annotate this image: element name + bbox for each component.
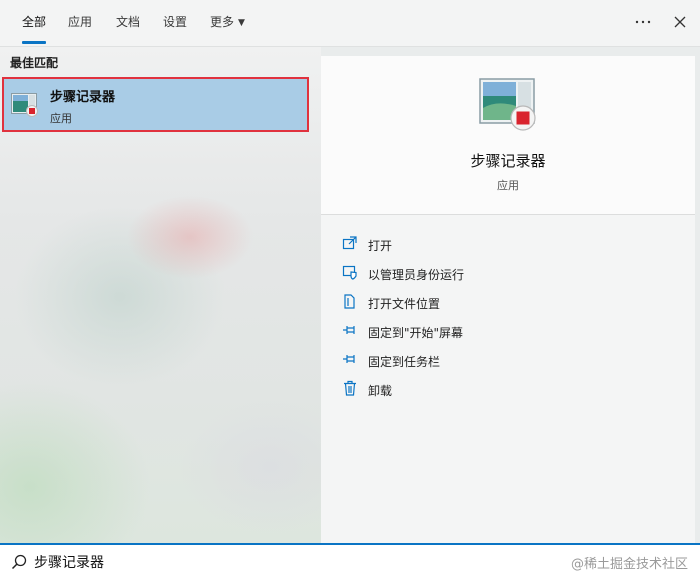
details-pane: 步骤记录器 应用 打开 以管理员身份运行 打开文件位置 固定到"开始"屏幕 固定… bbox=[321, 56, 695, 543]
best-match-name: 步骤记录器 bbox=[50, 90, 116, 105]
best-match-result[interactable]: 步骤记录器 应用 bbox=[2, 77, 309, 132]
action-label: 打开 bbox=[368, 239, 393, 253]
search-scope-tabs: 全部 应用 文档 设置 更多 ▼ bbox=[0, 0, 700, 47]
action-pin-to-start[interactable]: 固定到"开始"屏幕 bbox=[321, 317, 695, 346]
chevron-down-icon: ▼ bbox=[238, 18, 245, 28]
section-label-best-match: 最佳匹配 bbox=[10, 56, 59, 70]
pin-icon bbox=[342, 322, 358, 338]
steps-recorder-app-icon bbox=[11, 93, 39, 121]
action-list: 打开 以管理员身份运行 打开文件位置 固定到"开始"屏幕 固定到任务栏 卸载 bbox=[321, 230, 695, 404]
file-location-icon bbox=[342, 293, 358, 309]
trash-icon bbox=[342, 380, 358, 396]
action-label: 固定到任务栏 bbox=[368, 355, 441, 369]
search-input[interactable] bbox=[32, 549, 456, 575]
results-pane: 最佳匹配 步骤记录器 应用 bbox=[0, 47, 321, 543]
action-label: 卸载 bbox=[368, 384, 393, 398]
pin-icon bbox=[342, 351, 358, 367]
action-open-file-location[interactable]: 打开文件位置 bbox=[321, 288, 695, 317]
run-as-admin-icon bbox=[342, 264, 358, 280]
best-match-type: 应用 bbox=[50, 112, 72, 125]
tab-settings[interactable]: 设置 bbox=[163, 0, 187, 44]
action-label: 以管理员身份运行 bbox=[368, 268, 465, 282]
app-preview: 步骤记录器 应用 bbox=[321, 56, 695, 215]
action-run-as-admin[interactable]: 以管理员身份运行 bbox=[321, 259, 695, 288]
steps-recorder-large-icon bbox=[479, 78, 539, 136]
tab-more[interactable]: 更多 ▼ bbox=[210, 0, 245, 44]
tab-apps[interactable]: 应用 bbox=[68, 0, 92, 44]
app-title: 步骤记录器 bbox=[470, 152, 546, 170]
watermark-text: @稀土掘金技术社区 bbox=[570, 557, 688, 572]
app-type: 应用 bbox=[497, 179, 519, 192]
open-icon bbox=[342, 235, 358, 251]
close-icon[interactable] bbox=[668, 10, 692, 34]
tab-all[interactable]: 全部 bbox=[22, 0, 47, 44]
action-pin-to-taskbar[interactable]: 固定到任务栏 bbox=[321, 346, 695, 375]
tab-documents[interactable]: 文档 bbox=[116, 0, 140, 44]
ellipsis-icon[interactable] bbox=[631, 10, 655, 34]
action-label: 打开文件位置 bbox=[368, 297, 441, 311]
search-bar: @稀土掘金技术社区 bbox=[0, 543, 700, 577]
action-open[interactable]: 打开 bbox=[321, 230, 695, 259]
action-uninstall[interactable]: 卸载 bbox=[321, 375, 695, 404]
search-icon bbox=[11, 554, 27, 574]
action-label: 固定到"开始"屏幕 bbox=[368, 326, 464, 340]
